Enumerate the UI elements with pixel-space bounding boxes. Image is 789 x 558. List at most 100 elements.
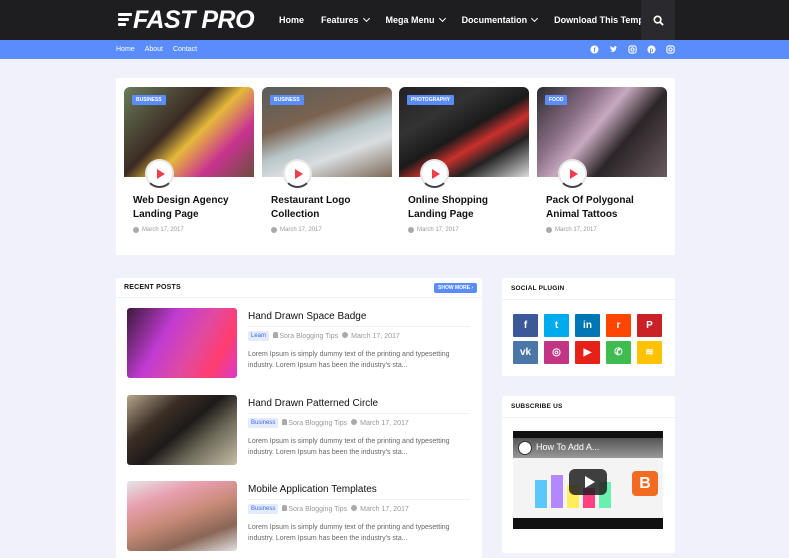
pinterest-icon[interactable]: p — [647, 45, 656, 54]
clock-icon — [342, 332, 349, 338]
widget-title: SUBSCRIBE US — [502, 396, 675, 418]
divider — [248, 499, 470, 500]
sub-link-contact[interactable]: Contact — [173, 46, 197, 53]
linkedin-icon: in — [583, 320, 592, 331]
rss-icon: ≋ — [645, 347, 654, 358]
sub-link-home[interactable]: Home — [116, 46, 135, 53]
rss-button[interactable]: ≋ — [637, 341, 662, 364]
post-excerpt: Lorem Ipsum is simply dummy text of the … — [248, 524, 450, 542]
nav-mega-menu[interactable]: Mega Menu — [385, 14, 446, 25]
divider — [248, 413, 470, 414]
date-text: March 17, 2017 — [555, 227, 597, 233]
label-badge[interactable]: Business — [248, 504, 279, 514]
category-tag[interactable]: PHOTOGRAPHY — [407, 95, 455, 105]
play-button[interactable] — [283, 159, 312, 188]
pinterest-icon: P — [646, 320, 653, 331]
pinterest-button[interactable]: P — [637, 314, 662, 337]
play-icon — [569, 168, 578, 179]
category-tag[interactable]: BUSINESS — [132, 95, 166, 105]
post-thumbnail[interactable] — [127, 308, 237, 378]
post-title[interactable]: Hand Drawn Patterned Circle — [248, 398, 378, 409]
date-text: March 17, 2017 — [417, 227, 459, 233]
widget-title: RECENT POSTS — [124, 284, 181, 291]
sub-link-about[interactable]: About — [145, 46, 163, 53]
author[interactable]: Sora Blogging Tips — [288, 420, 347, 427]
reddit-button[interactable]: r — [606, 314, 631, 337]
featured-title[interactable]: Web Design Agency Landing Page — [133, 194, 254, 222]
featured-card[interactable]: FOOD Pack Of Polygonal Animal Tattoos Ma… — [537, 87, 667, 233]
user-icon — [273, 332, 279, 338]
recent-posts-widget: RECENT POSTS SHOW MORE › Hand Drawn Spac… — [116, 278, 482, 558]
play-icon — [584, 476, 595, 488]
play-button[interactable] — [569, 469, 607, 495]
divider — [248, 326, 470, 327]
instagram-button[interactable]: ◎ — [544, 341, 569, 364]
post-title[interactable]: Hand Drawn Space Badge — [248, 311, 366, 322]
featured-title[interactable]: Restaurant Logo Collection — [271, 194, 392, 222]
youtube-icon: ▶ — [583, 347, 592, 358]
play-button[interactable] — [558, 159, 587, 188]
play-button[interactable] — [420, 159, 449, 188]
linkedin-button[interactable]: in — [575, 314, 600, 337]
site-logo[interactable]: FAST PRO — [118, 6, 255, 34]
post-date: March 17, 2017 — [360, 506, 409, 513]
nav-documentation[interactable]: Documentation — [462, 14, 539, 25]
channel-avatar — [518, 441, 532, 455]
post-excerpt: Lorem Ipsum is simply dummy text of the … — [248, 351, 450, 369]
label-badge[interactable]: Learn — [248, 331, 270, 341]
featured-thumbnail[interactable]: BUSINESS — [124, 87, 254, 177]
post-item: Hand Drawn Patterned Circle Business Sor… — [127, 395, 477, 467]
featured-thumbnail[interactable]: BUSINESS — [262, 87, 392, 177]
search-button[interactable] — [641, 0, 675, 40]
secondary-nav: Home About Contact — [116, 40, 207, 59]
play-button[interactable] — [145, 159, 174, 188]
post-date: March 17, 2017 — [351, 333, 400, 340]
post-meta: Learn Sora Blogging Tips March 17, 2017 — [248, 331, 400, 341]
post-thumbnail[interactable] — [127, 395, 237, 465]
nav-label: Mega Menu — [385, 15, 435, 25]
post-title[interactable]: Mobile Application Templates — [248, 484, 377, 495]
show-more-button[interactable]: SHOW MORE › — [434, 282, 477, 293]
video-thumbnail: How To Add A... B — [513, 438, 663, 518]
featured-card[interactable]: BUSINESS Restaurant Logo Collection Marc… — [262, 87, 392, 233]
vk-button[interactable]: vk — [513, 341, 538, 364]
featured-card[interactable]: PHOTOGRAPHY Online Shopping Landing Page… — [399, 87, 529, 233]
featured-card[interactable]: BUSINESS Web Design Agency Landing Page … — [124, 87, 254, 233]
instagram-icon[interactable] — [666, 45, 675, 54]
social-buttons-grid: f t in r Pvk ◎ ▶ ✆ ≋ — [513, 314, 662, 364]
clock-icon — [271, 227, 277, 233]
nav-features[interactable]: Features — [321, 14, 370, 25]
featured-title[interactable]: Online Shopping Landing Page — [408, 194, 529, 222]
date-text: March 17, 2017 — [142, 227, 184, 233]
post-excerpt: Lorem Ipsum is simply dummy text of the … — [248, 438, 450, 456]
widget-title: SOCIAL PLUGIN — [502, 278, 675, 300]
top-navbar: FAST PRO Home Features Mega Menu Documen… — [0, 0, 789, 40]
featured-thumbnail[interactable]: PHOTOGRAPHY — [399, 87, 529, 177]
post-thumbnail[interactable] — [127, 481, 237, 551]
featured-title[interactable]: Pack Of Polygonal Animal Tattoos — [546, 194, 667, 222]
post-item: Mobile Application Templates Business So… — [127, 481, 477, 553]
featured-thumbnail[interactable]: FOOD — [537, 87, 667, 177]
author[interactable]: Sora Blogging Tips — [279, 333, 338, 340]
nav-home[interactable]: Home — [279, 15, 304, 25]
post-item: Hand Drawn Space Badge Learn Sora Bloggi… — [127, 308, 477, 380]
chevron-down-icon — [438, 14, 446, 23]
post-meta: Business Sora Blogging Tips March 17, 20… — [248, 418, 409, 428]
youtube-embed[interactable]: How To Add A... B — [513, 431, 663, 529]
author[interactable]: Sora Blogging Tips — [288, 506, 347, 513]
whatsapp-button[interactable]: ✆ — [606, 341, 631, 364]
twitter-button[interactable]: t — [544, 314, 569, 337]
header-social-links: f p — [590, 40, 675, 59]
facebook-button[interactable]: f — [513, 314, 538, 337]
facebook-icon[interactable]: f — [590, 45, 599, 54]
vk-icon: vk — [519, 347, 532, 358]
twitter-icon[interactable] — [609, 45, 618, 54]
logo-speed-lines-icon — [118, 11, 132, 29]
instagram-icon[interactable] — [628, 45, 637, 54]
label-badge[interactable]: Business — [248, 418, 279, 428]
category-tag[interactable]: BUSINESS — [270, 95, 304, 105]
category-tag[interactable]: FOOD — [545, 95, 568, 105]
clock-icon — [133, 227, 139, 233]
youtube-button[interactable]: ▶ — [575, 341, 600, 364]
date-text: March 17, 2017 — [280, 227, 322, 233]
